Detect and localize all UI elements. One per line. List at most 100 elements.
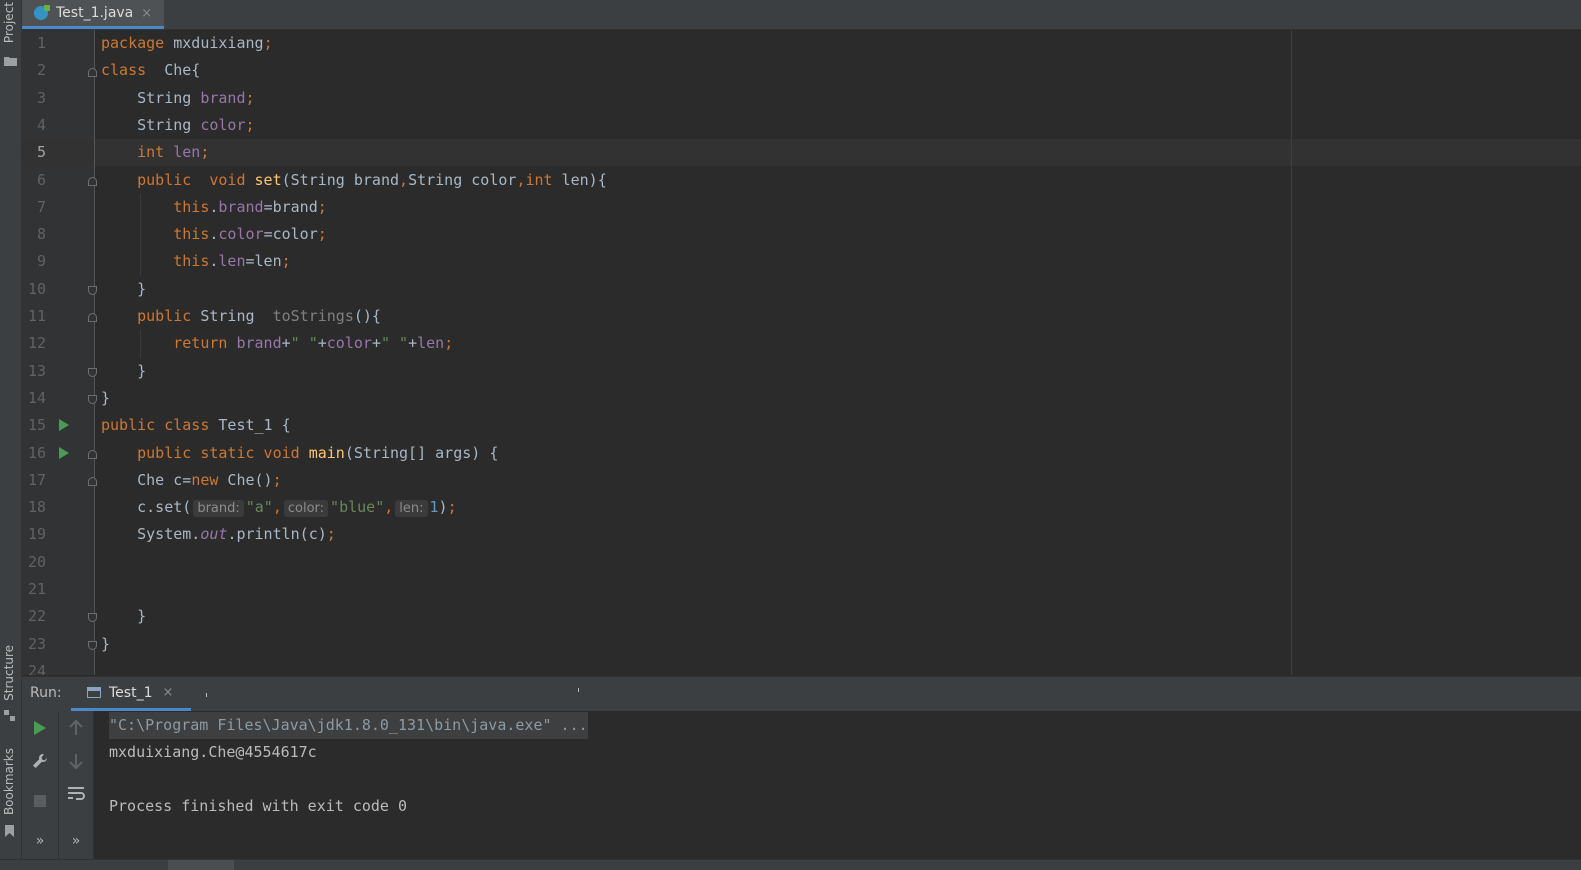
token: public	[101, 416, 156, 434]
scroll-up-button[interactable]	[66, 718, 86, 738]
token: ;	[245, 89, 255, 107]
token: }	[137, 607, 147, 625]
structure-tool-button[interactable]: Structure	[2, 645, 16, 701]
line-number: 13	[27, 362, 46, 380]
token: "blue"	[330, 498, 385, 516]
token: ;	[200, 143, 210, 161]
bookmarks-tool-button[interactable]: Bookmarks	[2, 748, 16, 815]
token: }	[101, 389, 111, 407]
line-number: 11	[27, 307, 46, 325]
code-line-14[interactable]: }	[101, 385, 110, 412]
line-number: 1	[36, 34, 46, 52]
code-line-1[interactable]: package mxduixiang;	[101, 30, 273, 57]
code-line-10[interactable]: }	[101, 276, 146, 303]
token: color	[218, 225, 264, 243]
more-actions-button[interactable]: »	[66, 831, 86, 851]
token: package	[101, 34, 165, 52]
arrow-up-icon	[69, 720, 83, 735]
code-line-19[interactable]: System.out.println(c);	[101, 521, 336, 548]
close-run-tab-icon[interactable]: ×	[162, 685, 173, 700]
token: String	[137, 89, 201, 107]
token: ;	[317, 225, 327, 243]
code-line-4[interactable]: String color;	[101, 112, 254, 139]
token: len	[164, 143, 201, 161]
code-line-3[interactable]: String brand;	[101, 85, 255, 112]
folder-icon[interactable]	[4, 56, 17, 66]
scroll-down-button[interactable]	[66, 751, 86, 771]
code-line-15[interactable]: public class Test_1 {	[101, 412, 291, 439]
fold-marker-icon[interactable]	[88, 613, 97, 622]
token: len	[417, 334, 445, 352]
code-line-12[interactable]: return brand+" "+color+" "+len;	[101, 330, 453, 357]
run-main-icon[interactable]	[59, 447, 69, 459]
token: String	[191, 307, 273, 325]
run-class-icon[interactable]	[59, 419, 69, 431]
code-line-7[interactable]: this.brand=brand;	[101, 194, 327, 221]
separator-dot	[206, 693, 207, 697]
bookmark-icon[interactable]	[4, 825, 17, 837]
line-number: 3	[36, 89, 46, 107]
line-number: 21	[27, 580, 46, 598]
run-panel-header: Run: Test_1 ×	[22, 676, 1581, 711]
fold-marker-icon[interactable]	[88, 177, 97, 186]
run-tab-test-1[interactable]: Test_1 ×	[71, 677, 191, 711]
line-number: 24	[27, 662, 46, 675]
run-config-icon	[87, 687, 101, 698]
code-line-18[interactable]: c.set(brand: "a", color: "blue", len: 1);	[101, 494, 457, 522]
play-icon	[34, 721, 46, 735]
fold-marker-icon[interactable]	[88, 641, 97, 650]
token: brand	[236, 334, 282, 352]
code-line-9[interactable]: this.len=len;	[101, 248, 290, 275]
arrow-down-icon	[69, 754, 83, 769]
fold-marker-icon[interactable]	[88, 477, 97, 486]
token: int	[137, 143, 165, 161]
code-line-2[interactable]: class Che{	[101, 57, 200, 84]
console-output[interactable]: "C:\Program Files\Java\jdk1.8.0_131\bin\…	[94, 711, 1581, 859]
token: void	[254, 444, 309, 462]
tab-test-1-java[interactable]: Test_1.java ×	[22, 0, 164, 29]
run-toolbar-secondary: »	[59, 711, 94, 869]
token: ;	[326, 525, 336, 543]
token: main	[308, 444, 345, 462]
token: ,	[272, 498, 282, 516]
code-line-8[interactable]: this.color=color;	[101, 221, 327, 248]
token: this	[173, 252, 210, 270]
close-tab-icon[interactable]: ×	[141, 6, 152, 21]
code-line-5[interactable]: int len;	[101, 139, 209, 166]
token: =color	[263, 225, 318, 243]
line-number: 4	[36, 116, 46, 134]
line-number: 6	[36, 171, 46, 189]
structure-icon[interactable]	[4, 710, 17, 721]
code-line-17[interactable]: Che c=new Che();	[101, 467, 282, 494]
token: System.	[137, 525, 201, 543]
console-command-line[interactable]: "C:\Program Files\Java\jdk1.8.0_131\bin\…	[109, 712, 588, 739]
code-editor[interactable]: 1 2 3 4 5 6 7 8 9 10 11 12 13 14 15 16 1…	[22, 30, 1581, 675]
fold-marker-icon[interactable]	[88, 68, 97, 77]
code-line-6[interactable]: public void set(String brand,String colo…	[101, 167, 607, 194]
fold-marker-icon[interactable]	[88, 286, 97, 295]
code-line-16[interactable]: public static void main(String[] args) {	[101, 440, 498, 467]
fold-marker-icon[interactable]	[88, 450, 97, 459]
token: ;	[272, 471, 282, 489]
token: void	[191, 171, 255, 189]
soft-wrap-button[interactable]	[66, 783, 86, 803]
rerun-button[interactable]	[30, 718, 50, 738]
code-line-13[interactable]: }	[101, 358, 146, 385]
token: len	[218, 252, 246, 270]
current-line-highlight	[95, 139, 1581, 166]
code-line-11[interactable]: public String toStrings(){	[101, 303, 381, 330]
code-line-22[interactable]: }	[101, 603, 146, 630]
line-number: 17	[27, 471, 46, 489]
project-tool-button[interactable]: Project	[2, 2, 16, 43]
settings-button[interactable]	[30, 751, 50, 771]
fold-marker-icon[interactable]	[88, 313, 97, 322]
token: brand	[218, 198, 264, 216]
fold-marker-icon[interactable]	[88, 395, 97, 404]
token: len){	[552, 171, 607, 189]
code-line-23[interactable]: }	[101, 631, 110, 658]
stop-button[interactable]	[30, 791, 50, 811]
line-number: 9	[36, 252, 46, 270]
line-number: 16	[27, 444, 46, 462]
more-tools-button[interactable]: »	[30, 831, 50, 851]
fold-marker-icon[interactable]	[88, 368, 97, 377]
